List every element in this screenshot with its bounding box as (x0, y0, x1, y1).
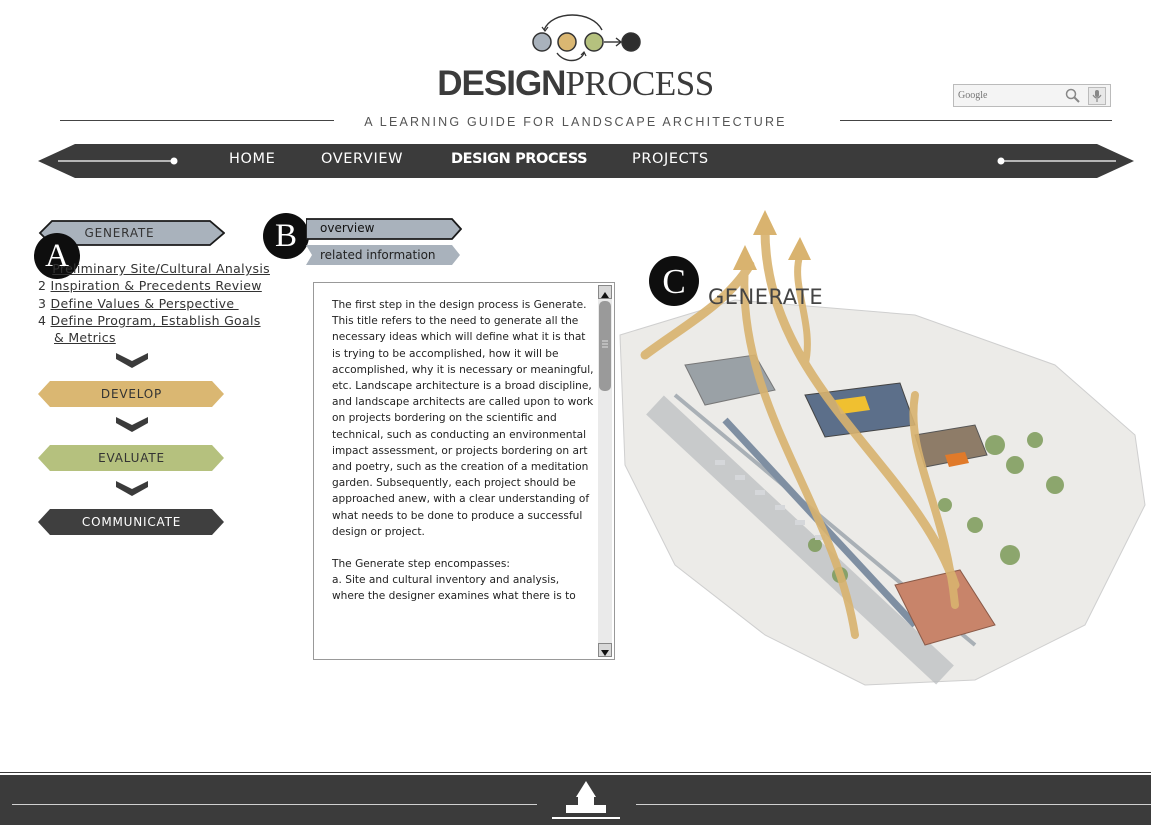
badge-b: B (263, 213, 309, 259)
step-generate-label: GENERATE (84, 226, 155, 240)
step-communicate[interactable]: COMMUNICATE (38, 509, 225, 535)
header-rule-right (840, 120, 1112, 121)
overview-text: The first step in the design process is … (332, 297, 594, 605)
tab-related-information[interactable]: related information (306, 245, 462, 266)
overview-paragraph-1: The first step in the design process is … (332, 299, 594, 538)
arrow-up-icon (601, 292, 609, 298)
nav-home[interactable]: HOME (229, 151, 275, 167)
step-evaluate[interactable]: EVALUATE (38, 445, 225, 471)
chevron-down-icon (116, 481, 148, 496)
tab-related-information-label: related information (320, 248, 436, 262)
scroll-down-button[interactable] (598, 643, 612, 657)
microphone-icon[interactable] (1088, 87, 1106, 105)
arrow-down-icon (601, 650, 609, 656)
subitem-2: 2 Inspiration & Precedents Review (38, 278, 262, 293)
step-evaluate-label: EVALUATE (98, 451, 165, 465)
footer-rule (0, 772, 1151, 773)
tab-overview-label: overview (320, 221, 375, 235)
design-process-logo-icon (532, 14, 641, 62)
search-input[interactable] (956, 87, 1060, 104)
scroll-up-button[interactable] (598, 285, 612, 299)
badge-c: C (649, 256, 699, 306)
subitem-1-link[interactable]: Preliminary Site/Cultural Analysis (52, 261, 270, 276)
subitem-2-link[interactable]: Inspiration & Precedents Review (51, 278, 262, 293)
chevron-down-icon (116, 417, 148, 432)
overview-paragraph-2-line-2: a. Site and cultural inventory and analy… (332, 574, 576, 603)
subitem-1: Preliminary Site/Cultural Analysis (38, 261, 270, 276)
overview-paragraph-2-line-1: The Generate step encompasses: (332, 558, 510, 571)
google-search-box (953, 84, 1111, 107)
overview-text-panel[interactable]: The first step in the design process is … (313, 282, 615, 660)
scrollbar-thumb[interactable] (599, 301, 611, 391)
tagline: A LEARNING GUIDE FOR LANDSCAPE ARCHITECT… (364, 115, 787, 129)
subitem-3-link[interactable]: Define Values & Perspective (51, 296, 239, 311)
subitem-4-link-cont[interactable]: & Metrics (54, 330, 116, 345)
subitem-4-cont: & Metrics (54, 330, 116, 345)
tab-overview[interactable]: overview (306, 218, 462, 240)
nav-projects[interactable]: PROJECTS (632, 151, 709, 167)
nav-overview[interactable]: OVERVIEW (321, 151, 403, 167)
university-logo-icon (552, 781, 620, 819)
subitem-4: 4 Define Program, Establish Goals (38, 313, 261, 328)
step-communicate-label: COMMUNICATE (81, 515, 182, 529)
illustration-heading: GENERATE (708, 285, 824, 309)
subitem-4-link[interactable]: Define Program, Establish Goals (51, 313, 261, 328)
vertical-scrollbar[interactable] (598, 285, 612, 657)
subitem-3: 3 Define Values & Perspective (38, 296, 239, 311)
grip-icon (602, 340, 608, 348)
step-develop[interactable]: DEVELOP (38, 381, 225, 407)
footer-bar (0, 772, 1151, 825)
step-develop-label: DEVELOP (100, 387, 163, 401)
search-icon[interactable] (1064, 88, 1082, 104)
footer-line-left (12, 804, 537, 805)
footer-line-right (636, 804, 1151, 805)
nav-design-process[interactable]: DESIGN PROCESS (451, 151, 588, 167)
chevron-down-icon (116, 353, 148, 368)
